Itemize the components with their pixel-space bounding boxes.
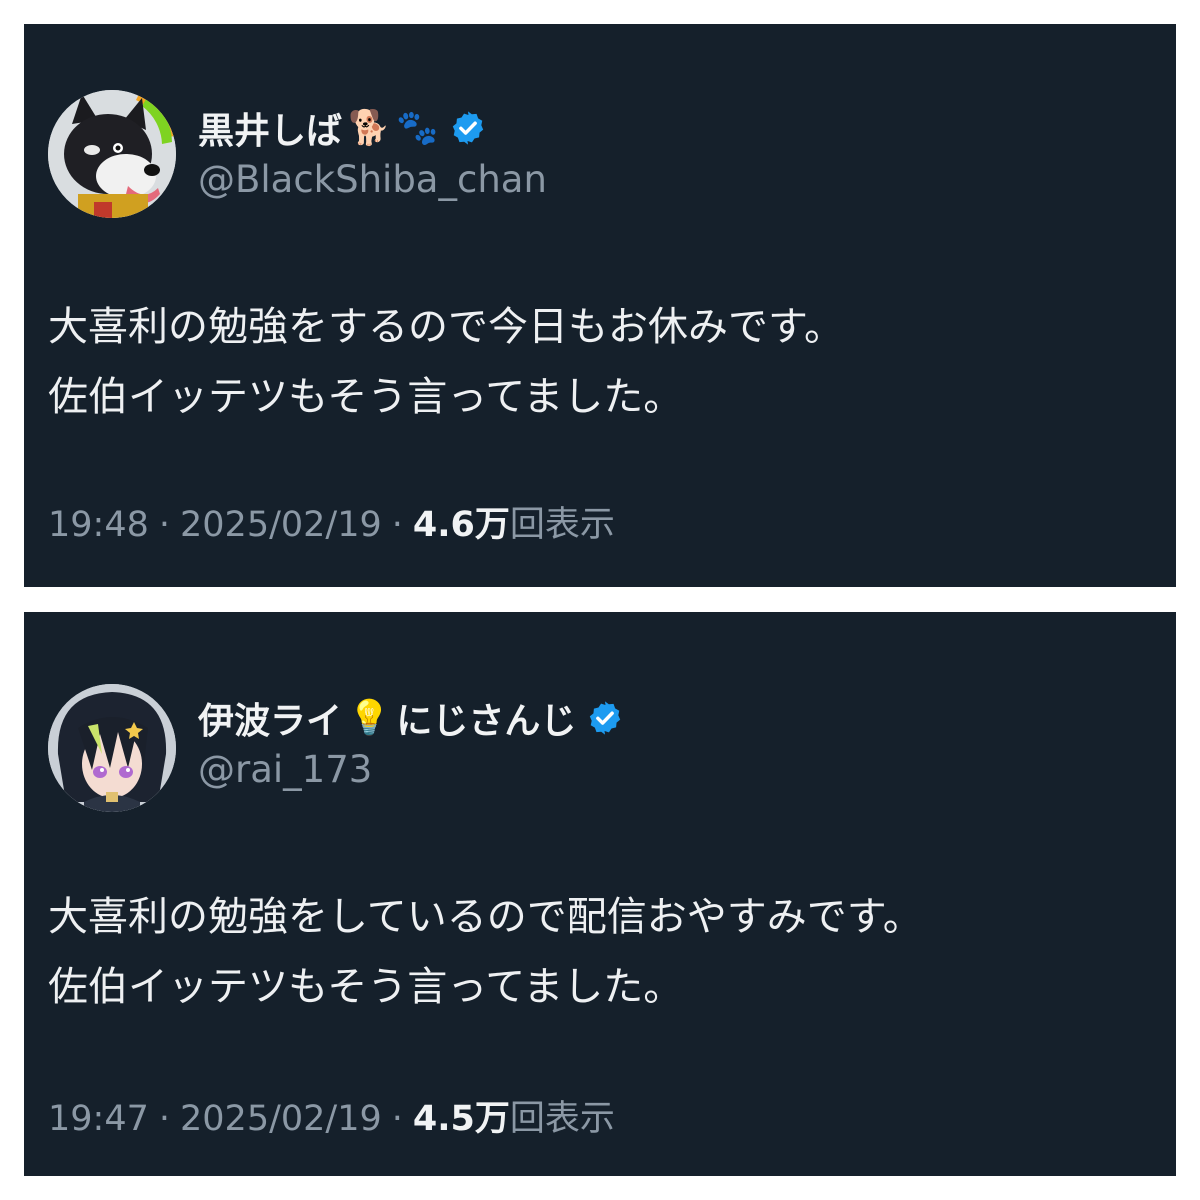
profile-avatar[interactable] (48, 90, 176, 218)
tweet-text-line: 佐伯イッテツもそう言ってました。 (48, 964, 684, 1010)
light-bulb-emoji-icon: 💡 (348, 698, 391, 738)
author-display-name[interactable]: 伊波ライ (198, 692, 342, 744)
tweet-date[interactable]: 2025/02/19 (180, 1099, 382, 1139)
author-handle[interactable]: @rai_173 (198, 748, 372, 791)
view-count[interactable]: 4.6万 (413, 496, 510, 547)
view-count[interactable]: 4.5万 (413, 1090, 510, 1141)
tweet-time[interactable]: 19:48 (48, 505, 149, 545)
verified-badge-icon[interactable] (449, 109, 487, 147)
tweet-text: 大喜利の勉強をするので今日もお休みです。 佐伯イッテツもそう言ってました。 (48, 292, 844, 432)
meta-separator: · (391, 1099, 403, 1139)
dog-emoji-icon: 🐕 (348, 108, 391, 148)
tweet-text-line: 大喜利の勉強をするので今日もお休みです。 (48, 304, 844, 350)
tweet-metadata: 19:48 · 2025/02/19 · 4.6万 回表示 (48, 496, 615, 547)
verified-badge-icon[interactable] (586, 699, 624, 737)
author-display-name-suffix[interactable]: にじさんじ (396, 692, 576, 744)
tweet-text-line: 大喜利の勉強をしているので配信おやすみです。 (48, 894, 923, 940)
paw-prints-emoji-icon: 🐾 (396, 108, 439, 148)
meta-separator: · (158, 1099, 171, 1139)
view-count-label: 回表示 (509, 505, 615, 545)
tweet-card[interactable]: 伊波ライ 💡 にじさんじ @rai_173 大喜利の勉強をしているので配信おやす… (24, 612, 1176, 1176)
meta-separator: · (158, 505, 171, 545)
black-shiba-dog-avatar-icon (48, 90, 176, 218)
author-handle[interactable]: @BlackShiba_chan (198, 158, 547, 201)
tweet-date[interactable]: 2025/02/19 (180, 505, 382, 545)
meta-separator: · (391, 505, 403, 545)
profile-avatar[interactable] (48, 684, 176, 812)
author-name-row[interactable]: 伊波ライ 💡 にじさんじ (198, 692, 624, 744)
view-count-label: 回表示 (509, 1099, 615, 1139)
author-name-row[interactable]: 黒井しば 🐕 🐾 (198, 102, 487, 154)
tweet-card[interactable]: 黒井しば 🐕 🐾 @BlackShiba_chan 大喜利の勉強をするので今日も… (24, 24, 1176, 587)
tweet-time[interactable]: 19:47 (48, 1099, 149, 1139)
anime-character-avatar-icon (48, 684, 176, 812)
tweet-text-line: 佐伯イッテツもそう言ってました。 (48, 374, 684, 420)
author-display-name[interactable]: 黒井しば (198, 102, 342, 154)
tweet-metadata: 19:47 · 2025/02/19 · 4.5万 回表示 (48, 1090, 615, 1141)
tweet-text: 大喜利の勉強をしているので配信おやすみです。 佐伯イッテツもそう言ってました。 (48, 882, 923, 1022)
